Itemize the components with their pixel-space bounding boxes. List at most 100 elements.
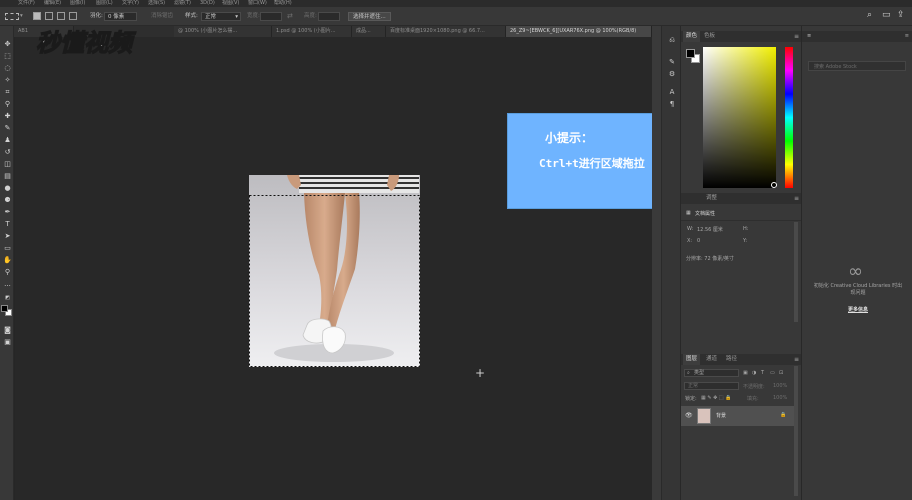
screen-mode-icon[interactable]: ▣ <box>3 338 12 347</box>
libraries-tab-icon[interactable]: ≡ <box>807 33 811 39</box>
properties-scrollbar[interactable] <box>794 222 798 322</box>
tab-document-2[interactable]: @ 100% (小图片怎么摆... <box>174 26 272 37</box>
layers-scrollbar[interactable] <box>794 366 798 496</box>
default-colors-icon[interactable]: ◩ <box>3 294 12 303</box>
lock-pixels-icon[interactable]: ▦ ✎ ✥ ⬚ 🔒 <box>701 395 731 401</box>
filter-shape-icon[interactable]: ▭ <box>770 370 775 376</box>
blur-tool-icon[interactable]: ● <box>3 184 12 193</box>
more-info-link[interactable]: 更多信息 <box>812 306 904 313</box>
history-brush-tool-icon[interactable]: ↺ <box>3 148 12 157</box>
share-icon[interactable]: ⇪ <box>897 10 905 20</box>
layer-row-background[interactable]: 👁 背景 🔒 <box>681 406 795 426</box>
color-field[interactable] <box>703 47 776 188</box>
move-tool-icon[interactable]: ✥ <box>3 40 12 49</box>
tab-document-3[interactable]: 1.psd @ 100% (小图片... <box>272 26 352 37</box>
menu-type[interactable]: 文字(Y) <box>122 0 139 6</box>
canvas-scrollbar[interactable] <box>652 26 661 500</box>
tab-channels[interactable]: 通道 <box>703 354 720 365</box>
chevron-down-icon[interactable]: ▾ <box>20 12 23 21</box>
clone-stamp-tool-icon[interactable]: ♟ <box>3 136 12 145</box>
marquee-tool-preset-icon[interactable] <box>5 13 19 20</box>
width-value[interactable]: 12.56 厘米 <box>697 226 723 233</box>
foreground-color-swatch[interactable] <box>1 305 8 312</box>
more-tools-icon[interactable]: ··· <box>3 282 12 291</box>
add-selection-icon[interactable] <box>45 12 53 20</box>
brush-tool-icon[interactable]: ✎ <box>3 124 12 133</box>
eye-icon[interactable]: 👁 <box>685 412 693 419</box>
menu-window[interactable]: 窗口(W) <box>248 0 267 6</box>
eyedropper-tool-icon[interactable]: ⚲ <box>3 100 12 109</box>
tab-swatches[interactable]: 色板 <box>701 31 718 42</box>
tab-document-4[interactable]: 成品... <box>352 26 386 37</box>
stock-search-field[interactable]: 搜索 Adobe Stock <box>808 61 906 71</box>
layer-name[interactable]: 背景 <box>716 412 726 419</box>
color-picker-marker[interactable] <box>771 182 777 188</box>
select-and-mask-button[interactable]: 选择并遮住... <box>348 12 391 21</box>
menu-help[interactable]: 帮助(H) <box>274 0 292 6</box>
brush-settings-icon[interactable]: ✎ <box>667 58 677 67</box>
menu-layer[interactable]: 图层(L) <box>96 0 113 6</box>
subtract-selection-icon[interactable] <box>57 12 65 20</box>
menu-filter[interactable]: 滤镜(T) <box>174 0 191 6</box>
panel-menu-icon[interactable]: ≡ <box>794 354 799 365</box>
menu-3d[interactable]: 3D(D) <box>200 0 215 6</box>
blend-mode-select[interactable]: 正常 <box>684 382 739 390</box>
new-selection-icon[interactable] <box>33 12 41 20</box>
hue-slider[interactable] <box>785 47 793 188</box>
filter-pixel-icon[interactable]: ▣ <box>743 370 748 376</box>
menu-edit[interactable]: 编辑(E) <box>44 0 61 6</box>
document-image[interactable] <box>249 175 420 367</box>
foreground-color-chip[interactable] <box>686 49 695 58</box>
menu-image[interactable]: 图像(I) <box>70 0 85 6</box>
gradient-tool-icon[interactable]: ▤ <box>3 172 12 181</box>
lasso-tool-icon[interactable]: ◌ <box>3 64 12 73</box>
healing-brush-tool-icon[interactable]: ✚ <box>3 112 12 121</box>
dodge-tool-icon[interactable]: ⚈ <box>3 196 12 205</box>
pen-tool-icon[interactable]: ✒ <box>3 208 12 217</box>
crop-tool-icon[interactable]: ⌗ <box>3 88 12 97</box>
tab-adjustments[interactable]: 调整 <box>703 193 720 204</box>
opacity-value[interactable]: 100% <box>773 383 787 389</box>
height-input[interactable] <box>318 12 340 21</box>
workspace-icon[interactable]: ▭ <box>882 10 891 20</box>
panel-menu-icon[interactable]: ≡ <box>905 33 909 39</box>
magic-wand-tool-icon[interactable]: ✧ <box>3 76 12 85</box>
menu-file[interactable]: 文件(F) <box>18 0 35 6</box>
intersect-selection-icon[interactable] <box>69 12 77 20</box>
filter-type-icon[interactable]: T <box>761 370 764 376</box>
tab-layers[interactable]: 图层 <box>683 354 701 365</box>
clone-source-icon[interactable]: ⚙ <box>667 70 677 79</box>
hand-tool-icon[interactable]: ✋ <box>3 256 12 265</box>
character-panel-icon[interactable]: A <box>667 88 677 97</box>
width-input[interactable] <box>260 12 282 21</box>
swap-icon[interactable]: ⇄ <box>287 12 293 21</box>
fill-value[interactable]: 100% <box>773 395 787 401</box>
tab-document-5[interactable]: 百度标准桌面1920×1080.png @ 66.7... <box>386 26 506 37</box>
paragraph-panel-icon[interactable]: ¶ <box>667 100 677 109</box>
tab-document-active[interactable]: 26_Z9~[EBWCK_6][UXAR76X.png @ 100%(RGB/8… <box>506 26 652 37</box>
lock-icon[interactable]: 🔒 <box>780 412 786 418</box>
search-icon[interactable]: ⌕ <box>867 10 872 20</box>
panel-menu-icon[interactable]: ≡ <box>794 193 799 204</box>
zoom-tool-icon[interactable]: ⚲ <box>3 268 12 277</box>
marquee-tool-icon[interactable]: ⬚ <box>3 52 12 61</box>
history-panel-icon[interactable]: ⎌ <box>667 36 677 45</box>
tab-color[interactable]: 颜色 <box>683 31 701 42</box>
menu-view[interactable]: 视图(V) <box>222 0 239 6</box>
tab-paths[interactable]: 路径 <box>723 354 740 365</box>
antialias-checkbox[interactable]: 消除锯齿 <box>151 12 173 21</box>
panel-menu-icon[interactable]: ≡ <box>794 31 799 42</box>
filter-smart-icon[interactable]: ⊡ <box>779 370 783 376</box>
feather-input[interactable]: 0 像素 <box>104 12 137 21</box>
style-select[interactable]: 正常 ▾ <box>201 12 241 21</box>
x-value[interactable]: 0 <box>697 238 700 244</box>
quick-mask-icon[interactable]: ◙ <box>3 326 12 335</box>
path-selection-tool-icon[interactable]: ➤ <box>3 232 12 241</box>
layer-filter-select[interactable]: ⌕ 类型 <box>684 369 739 377</box>
rectangle-tool-icon[interactable]: ▭ <box>3 244 12 253</box>
eraser-tool-icon[interactable]: ◫ <box>3 160 12 169</box>
options-bar: ▾ 羽化: 0 像素 消除锯齿 样式: 正常 ▾ 宽度: ⇄ 高度: 选择并遮住… <box>0 7 912 26</box>
menu-select[interactable]: 选择(S) <box>148 0 165 6</box>
filter-adjustment-icon[interactable]: ◑ <box>752 370 756 376</box>
type-tool-icon[interactable]: T <box>3 220 12 229</box>
